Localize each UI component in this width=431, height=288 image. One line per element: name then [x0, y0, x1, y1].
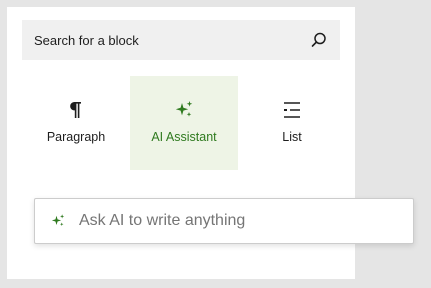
- block-paragraph[interactable]: Paragraph: [22, 76, 130, 170]
- block-list[interactable]: List: [238, 76, 346, 170]
- sparkle-icon: [172, 98, 196, 122]
- block-label: List: [282, 130, 302, 144]
- search-input[interactable]: Search for a block: [34, 33, 310, 48]
- block-ai-assistant[interactable]: AI Assistant: [130, 76, 238, 170]
- search-icon[interactable]: [310, 31, 328, 49]
- sparkle-icon: [49, 212, 67, 230]
- block-search-field[interactable]: Search for a block: [22, 20, 340, 60]
- ai-prompt-placeholder[interactable]: Ask AI to write anything: [79, 212, 245, 230]
- block-grid: Paragraph AI Assistant List: [22, 76, 346, 170]
- block-label: AI Assistant: [151, 130, 217, 144]
- ai-prompt-input[interactable]: Ask AI to write anything: [34, 198, 414, 244]
- block-label: Paragraph: [46, 130, 106, 144]
- list-icon: [280, 98, 304, 122]
- paragraph-icon: [64, 98, 88, 122]
